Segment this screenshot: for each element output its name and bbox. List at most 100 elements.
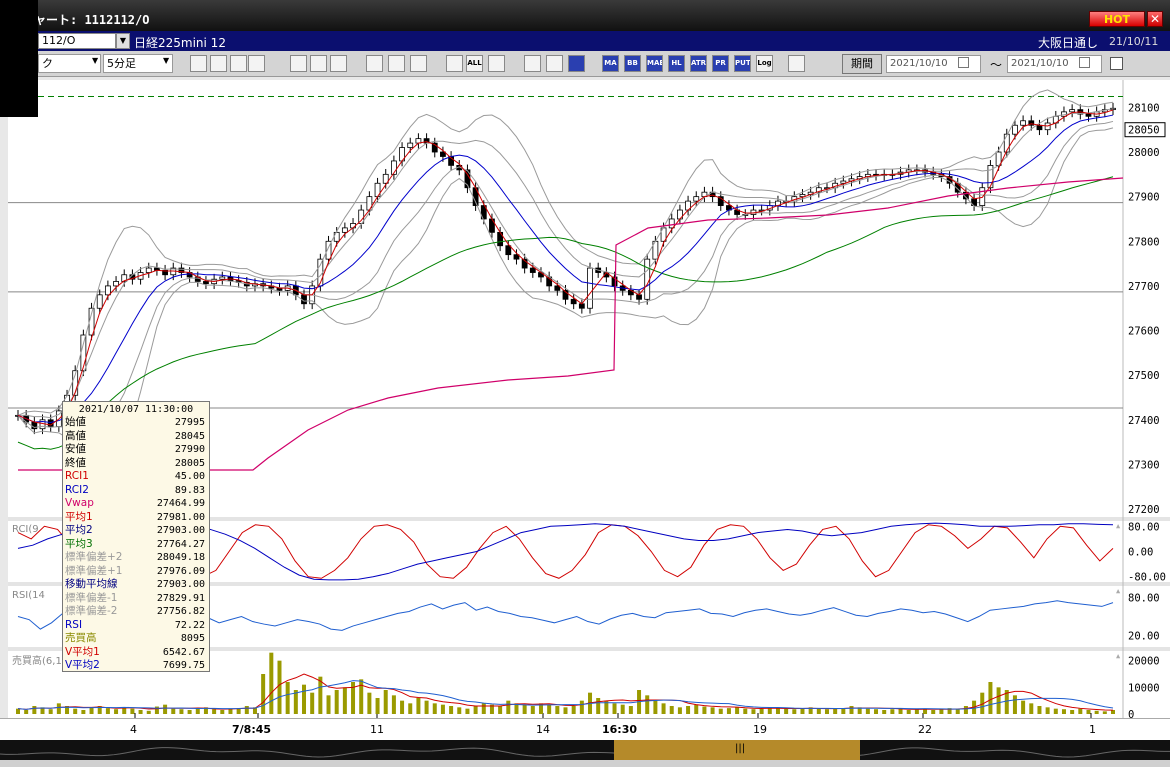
tooltip-row-label: 終値 [65, 456, 86, 469]
chart-tool-2[interactable] [248, 55, 265, 72]
tooltip-row-value: 27464.99 [156, 498, 205, 509]
volume-bar [784, 708, 789, 714]
volume-tick-label: 0 [1128, 709, 1134, 718]
volume-bar [931, 710, 936, 714]
volume-bar [988, 682, 993, 714]
interval-dropdown-icon[interactable]: ▼ [163, 56, 169, 65]
bb-icon[interactable]: BB [624, 55, 641, 72]
volume-bar [530, 706, 535, 714]
volume-bar [645, 695, 650, 714]
volume-bar [285, 682, 290, 714]
volume-bar [179, 709, 184, 714]
tooltip-row-value: 27976.09 [156, 565, 205, 577]
log-icon[interactable]: Log [756, 55, 773, 72]
price-tick-label: 27600 [1128, 326, 1160, 338]
window-title: ャート: 1112112/O [34, 13, 150, 27]
hot-button[interactable]: HOT [1089, 11, 1145, 27]
rsi-tick-label: 80.00 [1128, 593, 1160, 605]
volume-bar [898, 708, 903, 714]
candle-body [1020, 120, 1027, 126]
zoom-icon[interactable] [446, 55, 463, 72]
export-icon[interactable] [788, 55, 805, 72]
volume-bar [114, 709, 119, 714]
undo-icon[interactable] [388, 55, 405, 72]
palette-icon[interactable] [488, 55, 505, 72]
tooltip-row-label: RCI2 [65, 483, 89, 496]
tooltip-row: RCI1 45.00 [65, 470, 207, 484]
volume-bar [522, 704, 527, 714]
search-icon[interactable] [190, 55, 207, 72]
draw-line-icon[interactable] [330, 55, 347, 72]
symbol-dropdown-icon[interactable]: ▼ [116, 33, 130, 49]
rsi-panel-title: RSI(14 [12, 590, 45, 601]
scrollbar-grip-icon[interactable]: ||| [735, 743, 745, 754]
volume-bar [130, 708, 135, 714]
pointer-icon[interactable] [366, 55, 383, 72]
tooltip-row-label: 始値 [65, 416, 86, 428]
price-tick-label: 28000 [1128, 147, 1160, 159]
candle-body [1036, 124, 1043, 131]
mae-icon[interactable]: MAE [646, 55, 663, 72]
tooltip-row-value: 7699.75 [162, 660, 205, 671]
panel-resize-icon: ▲ [1116, 587, 1121, 595]
volume-bar [1045, 707, 1050, 714]
volume-bar [865, 708, 870, 714]
calendar-icon[interactable] [1079, 57, 1090, 68]
price-tick-label: 27400 [1128, 415, 1160, 427]
volume-bar [906, 710, 911, 714]
volume-bar [849, 706, 854, 714]
crosshair-icon[interactable] [210, 55, 227, 72]
rci-tick-label: -80.00 [1128, 572, 1166, 584]
candle-body [570, 298, 577, 305]
chart-tool-1[interactable] [230, 55, 247, 72]
ma-icon[interactable]: MA [602, 55, 619, 72]
chart-area[interactable]: 27200 27300 27400 27500 27600 27700 27800 27900… [8, 80, 1170, 718]
bollinger-upper2-line [17, 89, 1114, 416]
close-button[interactable]: ✕ [1147, 11, 1163, 27]
option-checkbox[interactable] [1110, 57, 1123, 70]
x-tick-label: 14 [536, 723, 550, 736]
candle-body [1069, 109, 1076, 113]
all-icon[interactable]: ALL [466, 55, 483, 72]
tooltip-row-label: 高値 [65, 429, 86, 442]
period-button[interactable]: 期間 [842, 54, 882, 74]
rci-tick-label: 80.00 [1128, 521, 1160, 533]
chart-tool-4[interactable] [310, 55, 327, 72]
tooltip-row-label: RSI [65, 618, 83, 631]
prv-icon[interactable]: PR [712, 55, 729, 72]
volume-bar [1029, 703, 1034, 714]
candle-body [104, 285, 111, 296]
volume-bar [669, 706, 674, 714]
atr-icon[interactable]: ATR [690, 55, 707, 72]
symbol-name: 日経225mini 12 [134, 36, 226, 50]
volume-bar [816, 708, 821, 714]
candle-body [145, 267, 152, 273]
hl-icon[interactable]: HL [668, 55, 685, 72]
volume-bar [726, 708, 731, 714]
rci-tick-label: 0.00 [1128, 547, 1153, 559]
candle-body [505, 245, 512, 256]
tooltip-row-label: V平均1 [65, 645, 100, 658]
tooltip-row-value: 28049.18 [156, 552, 205, 563]
volume-bar [302, 684, 307, 714]
volume-bar [996, 687, 1001, 714]
calendar-icon[interactable] [958, 57, 969, 68]
price-tick-label: 27900 [1128, 192, 1160, 204]
candle-icon[interactable] [410, 55, 427, 72]
color-icon[interactable] [546, 55, 563, 72]
time-scrollbar[interactable]: ||| [0, 740, 1170, 760]
volume-bar [154, 706, 159, 714]
volume-bar [1070, 710, 1075, 714]
tooltip-row-label: Vwap [65, 497, 94, 509]
vol-icon[interactable] [568, 55, 585, 72]
volume-bar [914, 709, 919, 714]
symbol-code-input[interactable]: 112/O [38, 33, 116, 49]
chart-type-dropdown-icon[interactable]: ▼ [92, 56, 98, 65]
volume-bar [506, 700, 511, 714]
tooltip-row: 平均2 27903.00 [65, 524, 207, 538]
put-icon[interactable]: PUT [734, 55, 751, 72]
volume-bar [310, 692, 315, 714]
chart-tool-3[interactable] [290, 55, 307, 72]
brush-icon[interactable] [524, 55, 541, 72]
volume-bar [792, 709, 797, 714]
